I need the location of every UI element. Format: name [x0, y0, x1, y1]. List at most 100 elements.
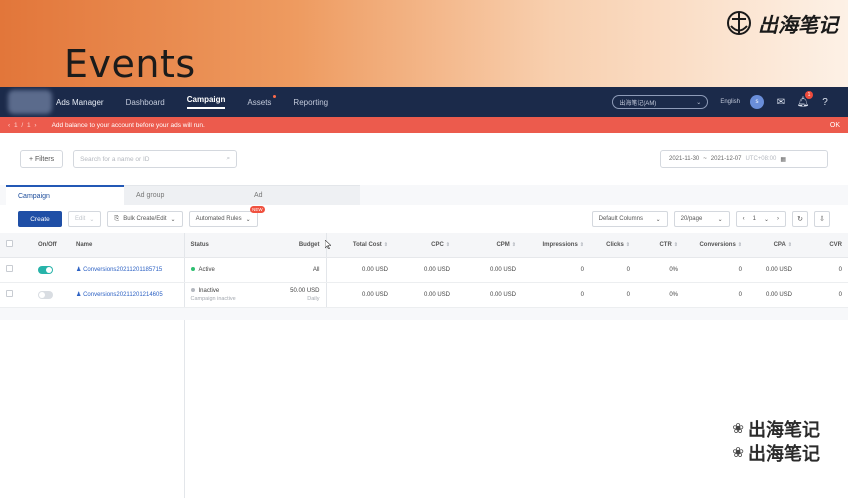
tab-ad-group[interactable]: Ad group	[124, 185, 242, 205]
help-icon[interactable]: ?	[818, 95, 832, 109]
timezone: UTC+08:00	[745, 156, 777, 162]
page-size-select[interactable]: 20/page ⌄	[673, 211, 730, 227]
date-range-picker[interactable]: 2021-11-30 ~ 2021-12-07 UTC+08:00 ▦	[660, 150, 828, 168]
col-cpm-label: CPM	[496, 241, 510, 248]
bulk-edit-button[interactable]: ⎘ Bulk Create/Edit ⌄	[107, 211, 183, 227]
col-total-cost-label: Total Cost	[352, 241, 382, 248]
col-conversions[interactable]: Conversions ⇕	[684, 233, 748, 258]
toggle-switch[interactable]	[38, 290, 53, 299]
slide-title: Events	[64, 42, 196, 86]
column-divider	[184, 320, 185, 498]
budget-value: 50.00 USD	[290, 287, 320, 294]
col-cvr[interactable]: CVR	[798, 233, 848, 258]
campaign-name-link[interactable]: Conversions20211201185715	[83, 267, 162, 273]
export-icon[interactable]: ⇩	[814, 211, 830, 227]
edit-label: Edit	[75, 216, 86, 222]
col-status: Status	[184, 233, 264, 258]
nav-campaign[interactable]: Campaign	[186, 95, 226, 109]
sort-icon: ⇕	[737, 241, 742, 248]
anchor-icon	[727, 11, 751, 35]
row-checkbox[interactable]	[0, 282, 32, 308]
create-button[interactable]: Create	[18, 211, 62, 227]
col-cpm[interactable]: CPM ⇕	[456, 233, 522, 258]
search-input[interactable]: Search for a name or ID ⌕	[73, 150, 238, 168]
cpa-cell: 0.00 USD	[748, 282, 798, 308]
total-cost-cell: 0.00 USD	[326, 282, 394, 308]
mail-icon[interactable]: ✉	[774, 95, 788, 109]
sort-icon: ⇕	[383, 241, 388, 248]
date-sep: ~	[703, 156, 707, 162]
columns-select[interactable]: Default Columns ⌄	[591, 211, 668, 227]
cvr-cell: 0	[798, 282, 848, 308]
app-name: Ads Manager	[56, 97, 104, 107]
chevron-down-icon: ⌄	[89, 216, 95, 223]
filters-button[interactable]: + Filters	[20, 150, 64, 168]
col-ctr[interactable]: CTR ⇕	[636, 233, 684, 258]
tab-ad[interactable]: Ad	[242, 185, 360, 205]
toggle-switch[interactable]	[38, 265, 53, 274]
on-off-toggle[interactable]	[32, 257, 70, 283]
rules-label: Automated Rules	[195, 216, 242, 222]
status-text: Inactive	[198, 287, 220, 294]
watermark-text: 出海笔记	[748, 444, 820, 465]
nav-assets[interactable]: Assets	[247, 94, 277, 107]
col-clicks[interactable]: Clicks ⇕	[590, 233, 636, 258]
on-off-toggle[interactable]	[32, 282, 70, 308]
date-start: 2021-11-30	[669, 156, 700, 162]
table-row[interactable]: ♟ Conversions20211201214605 Inactive Camp…	[0, 282, 848, 308]
balance-alert: ‹ 1 / 1 › Add balance to your account be…	[0, 117, 848, 133]
nav-dashboard[interactable]: Dashboard	[126, 98, 165, 107]
col-cpc[interactable]: CPC ⇕	[394, 233, 456, 258]
col-impressions[interactable]: Impressions ⇕	[522, 233, 590, 258]
col-name: Name	[70, 233, 185, 258]
campaign-name[interactable]: ♟ Conversions20211201185715	[70, 257, 185, 283]
total-cost-cell: 0.00 USD	[326, 257, 394, 283]
budget-sub: Daily	[307, 295, 320, 302]
col-budget[interactable]: Budget	[264, 233, 327, 258]
col-ctr-label: CTR	[659, 241, 672, 248]
wechat-icon: ❀	[732, 445, 744, 461]
table-empty-area: ❀ 出海笔记 ❀ 出海笔记	[0, 320, 848, 498]
clicks-cell: 0	[590, 257, 636, 283]
status-dot	[190, 266, 195, 271]
nav-reporting[interactable]: Reporting	[293, 98, 328, 107]
campaign-name[interactable]: ♟ Conversions20211201214605	[70, 282, 185, 308]
select-all-checkbox[interactable]	[0, 233, 32, 258]
status-sub: Campaign inactive	[190, 295, 236, 302]
cpc-cell: 0.00 USD	[394, 257, 456, 283]
cpa-cell: 0.00 USD	[748, 257, 798, 283]
row-checkbox[interactable]	[0, 257, 32, 283]
clicks-cell: 0	[590, 282, 636, 308]
alert-ok-button[interactable]: OK	[830, 122, 840, 129]
alert-pager[interactable]: ‹ 1 / 1 ›	[8, 122, 38, 129]
new-badge: NEW	[250, 206, 265, 213]
tab-campaign[interactable]: Campaign	[6, 185, 124, 205]
sort-icon: ⇕	[445, 241, 450, 248]
pagination: ‹ 1 ⌄ ›	[735, 211, 786, 227]
status-cell: Inactive Campaign inactive	[184, 282, 264, 308]
account-select[interactable]: 出海笔记(AM) ⌄	[612, 95, 709, 109]
brand-logo-text: 出海笔记	[758, 12, 838, 37]
next-page-icon[interactable]: ›	[777, 216, 779, 222]
col-total-cost[interactable]: Total Cost ⇕	[326, 233, 394, 258]
campaign-name-link[interactable]: Conversions20211201214605	[83, 292, 163, 298]
impressions-cell: 0	[522, 257, 590, 283]
col-impressions-label: Impressions	[542, 241, 578, 248]
calendar-icon: ▦	[780, 156, 786, 163]
language-switch[interactable]: English	[720, 99, 740, 105]
table-row[interactable]: ♟ Conversions20211201185715 Active All 0…	[0, 257, 848, 283]
bell-icon[interactable]: 🔔︎ 1	[796, 91, 813, 109]
col-cpa[interactable]: CPA ⇕	[748, 233, 798, 258]
search-placeholder: Search for a name or ID	[80, 155, 150, 163]
refresh-icon[interactable]: ↻	[792, 211, 808, 227]
prev-page-icon[interactable]: ‹	[743, 216, 745, 222]
avatar[interactable]: s	[750, 95, 764, 109]
col-cpc-label: CPC	[431, 241, 444, 248]
edit-button[interactable]: Edit ⌄	[68, 211, 102, 227]
automated-rules-button[interactable]: Automated Rules ⌄ NEW	[188, 206, 265, 227]
notification-badge: 1	[805, 91, 813, 99]
cpc-cell: 0.00 USD	[394, 282, 456, 308]
blurred-logo	[8, 90, 52, 114]
brand-logo: 出海笔记	[724, 8, 838, 38]
page-number[interactable]: 1	[753, 216, 756, 222]
